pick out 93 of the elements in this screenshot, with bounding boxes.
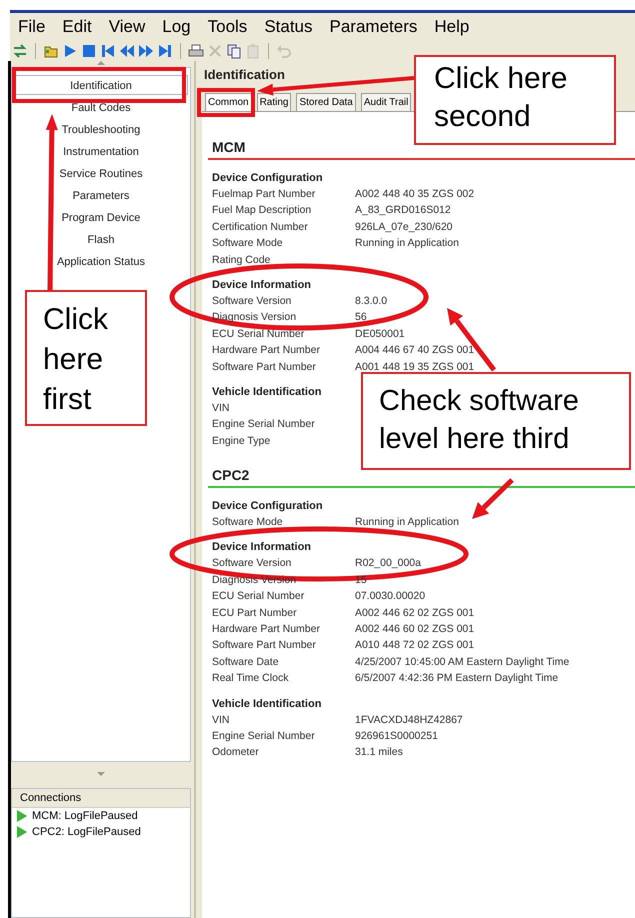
field-value: 8.3.0.0 [355, 294, 388, 309]
tab[interactable]: Audit Trail [360, 93, 412, 111]
menu-item[interactable]: File [18, 17, 56, 37]
field-value: A001 448 19 35 ZGS 001 [355, 360, 474, 375]
callout-note: Click here first [25, 290, 147, 426]
field-value: 1FVACXDJ48HZ42867 [355, 712, 463, 728]
field-label: Certification Number [212, 220, 309, 235]
field-value: 6/5/2007 4:42:36 PM Eastern Daylight Time [355, 671, 558, 686]
group-title: Device Information [212, 278, 312, 293]
field-value: A004 446 67 40 ZGS 001 [355, 343, 474, 358]
caret-icon[interactable] [97, 61, 105, 65]
field-label: Hardware Part Number [212, 343, 321, 358]
group-title: Vehicle Identification [212, 696, 322, 712]
connection-status: CPC2: LogFilePaused [32, 826, 141, 838]
nav-item[interactable]: Flash [14, 229, 188, 249]
field-label: VIN [212, 712, 231, 728]
menu-item[interactable]: Help [434, 17, 480, 37]
field-label: Engine Serial Number [212, 728, 316, 744]
field-label: Software Part Number [212, 638, 317, 654]
field-label: Software Version [212, 556, 292, 572]
field-label: Software Version [212, 294, 292, 309]
field-label: Hardware Part Number [212, 622, 321, 638]
nav-item[interactable]: Service Routines [14, 163, 188, 183]
field-value: 4/25/2007 10:45:00 AM Eastern Daylight Time [355, 654, 570, 670]
callout-note: Click here second [414, 55, 616, 145]
connections-header: Connections [12, 789, 190, 808]
field-value: Running in Application [355, 236, 459, 252]
nav-item[interactable]: Application Status [14, 251, 188, 271]
field-value: A002 448 40 35 ZGS 002 [355, 187, 474, 202]
caret-icon[interactable] [97, 772, 105, 776]
arrow [472, 478, 514, 519]
tab[interactable]: Common [205, 93, 252, 111]
nav-item[interactable]: Instrumentation [14, 141, 188, 161]
menu-item[interactable]: Status [264, 17, 323, 37]
field-value: A010 448 72 02 ZGS 001 [355, 638, 474, 654]
field-value: 07.0030.00020 [355, 589, 426, 604]
field-label: Software Part Number [212, 360, 317, 375]
skip-back-icon[interactable] [100, 43, 116, 59]
field-label: Fuel Map Description [212, 203, 312, 218]
nav-item[interactable]: Parameters [14, 185, 188, 205]
page-title: Identification [204, 67, 285, 83]
field-label: Rating Code [212, 252, 272, 268]
group-title: Device Configuration [212, 171, 323, 186]
play-icon[interactable] [62, 43, 78, 59]
field-value: Running in Application [355, 515, 459, 530]
field-label: ECU Part Number [212, 606, 298, 621]
field-value: DE050001 [355, 326, 405, 342]
menu-item[interactable]: Tools [208, 17, 258, 37]
nav-item[interactable]: Fault Codes [14, 97, 188, 117]
section-title: CPC2 [212, 467, 250, 484]
field-label: Software Date [212, 654, 280, 670]
group-title: Vehicle Identification [212, 384, 322, 400]
field-value: 31.1 miles [355, 745, 403, 760]
field-value: 926LA_07e_230/620 [355, 220, 453, 235]
menu-item[interactable]: Parameters [330, 17, 428, 37]
tab[interactable]: Rating [256, 93, 292, 111]
field-value: A_83_GRD016S012 [355, 203, 451, 218]
field-label: Real Time Clock [212, 671, 290, 686]
skip-forward-icon[interactable] [157, 43, 173, 59]
tab[interactable]: Stored Data [296, 93, 356, 111]
field-label: Engine Serial Number [212, 417, 316, 432]
field-value: R02_00_000a [355, 556, 421, 572]
field-value: A002 446 60 02 ZGS 001 [355, 622, 474, 638]
nav-item[interactable]: Program Device [14, 207, 188, 227]
highlight-frame [197, 88, 255, 117]
field-label: Engine Type [212, 434, 272, 449]
field-label: Fuelmap Part Number [212, 187, 316, 202]
copy-icon[interactable] [226, 43, 242, 59]
field-label: ECU Serial Number [212, 589, 306, 604]
printer-icon[interactable] [188, 43, 204, 59]
field-value: 926961S0000251 [355, 728, 438, 744]
swap-arrows-icon[interactable] [12, 43, 28, 59]
field-value: A002 446 62 02 ZGS 001 [355, 606, 474, 621]
nav-item[interactable]: Troubleshooting [14, 119, 188, 139]
group-title: Device Information [212, 540, 312, 556]
group-title: Device Configuration [212, 499, 323, 514]
field-label: ECU Serial Number [212, 326, 306, 342]
menu-item[interactable]: Log [162, 17, 201, 37]
field-label: VIN [212, 400, 231, 416]
field-label: Diagnosis Version [212, 310, 298, 326]
nav-item[interactable]: Identification [14, 75, 188, 95]
rewind-icon[interactable] [119, 43, 135, 59]
section-title: MCM [212, 139, 246, 155]
menu-item[interactable]: View [108, 17, 156, 37]
field-label: Software Mode [212, 236, 284, 252]
field-label: Software Mode [212, 515, 284, 530]
fast-forward-icon[interactable] [138, 43, 154, 59]
field-label: Odometer [212, 745, 260, 760]
callout-note: Check software level here third [361, 372, 631, 470]
connection-status: MCM: LogFilePaused [32, 810, 138, 822]
field-value: 56 [355, 310, 367, 326]
stop-icon[interactable] [81, 43, 97, 59]
menu-item[interactable]: Edit [62, 17, 102, 37]
